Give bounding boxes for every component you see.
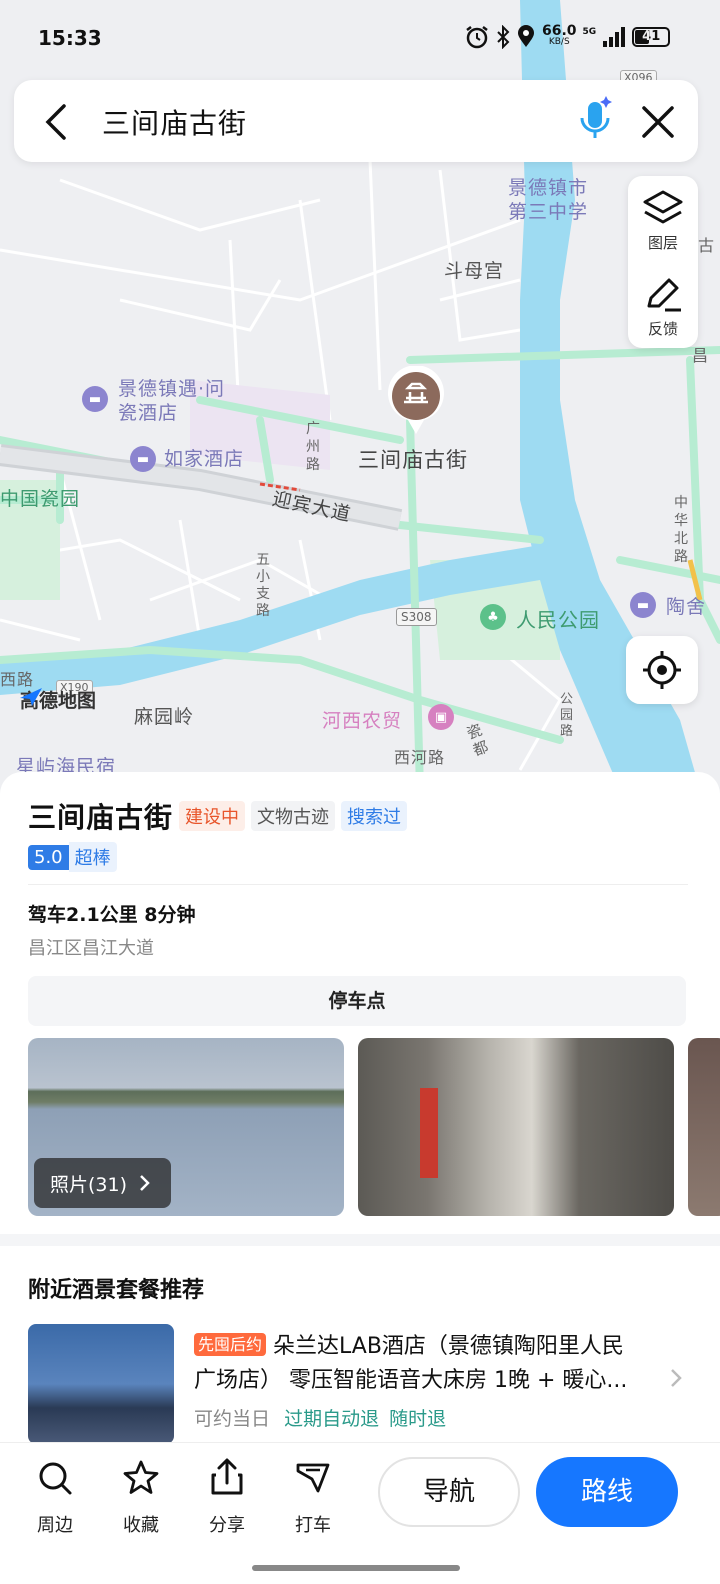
photos-count-button[interactable]: 照片(31) xyxy=(34,1158,172,1208)
rating-badge: 5.0 超棒 xyxy=(28,842,117,872)
map-label-mayuanling: 麻园岭 xyxy=(134,706,195,728)
clear-search-button[interactable] xyxy=(638,102,678,142)
divider xyxy=(28,884,688,885)
voice-search-button[interactable] xyxy=(576,94,616,146)
layers-button[interactable]: 图层 xyxy=(628,184,698,262)
hotel-icon[interactable]: ▬ xyxy=(82,386,108,412)
status-bar: 15:33 66.0 KB/S 5G 41 xyxy=(0,0,720,80)
photo-lake[interactable]: 照片(31) xyxy=(28,1038,344,1216)
location-icon xyxy=(518,25,534,47)
map-label-doumugong[interactable]: 斗母宫 xyxy=(444,256,504,283)
offer-tag-refund-anytime: 随时退 xyxy=(389,1408,447,1430)
alarm-icon xyxy=(466,26,488,49)
favorite-label: 收藏 xyxy=(123,1515,159,1536)
map-label-hexi-market[interactable]: 河西农贸 xyxy=(322,706,402,733)
taxi-label: 打车 xyxy=(295,1515,331,1536)
red-couplet xyxy=(420,1088,438,1178)
map-label-school[interactable]: 景德镇市 第三中学 xyxy=(508,176,588,224)
map-label-wuxiao-road: 五 小 支 路 xyxy=(256,552,271,619)
search-input[interactable]: 三间庙古街 xyxy=(102,102,247,142)
hotel-icon[interactable]: ▬ xyxy=(630,592,656,618)
home-indicator[interactable] xyxy=(252,1565,460,1571)
offer-title-line1: 朵兰达LAB酒店（景德镇陶阳里人民 xyxy=(273,1334,624,1359)
taxi-icon xyxy=(296,1463,330,1493)
nearby-label: 周边 xyxy=(37,1515,73,1536)
offer-tag-auto-refund: 过期自动退 xyxy=(284,1408,380,1430)
photo-next[interactable] xyxy=(688,1038,720,1216)
search-icon xyxy=(39,1462,72,1495)
section-divider xyxy=(0,1234,720,1246)
tag-heritage: 文物古迹 xyxy=(251,801,336,831)
microphone-icon xyxy=(580,96,612,138)
hotel-thumbnail[interactable] xyxy=(28,1324,174,1444)
photo-alley[interactable] xyxy=(358,1038,674,1216)
tag-under-construction: 建设中 xyxy=(179,801,246,831)
amap-logo-icon xyxy=(20,688,42,706)
bottom-action-bar: 周边 收藏 分享 打车 导航 路线 xyxy=(0,1442,720,1584)
feedback-button[interactable]: 反馈 xyxy=(628,270,698,348)
place-header: 三间庙古街 建设中 文物古迹 搜索过 xyxy=(28,796,408,836)
bluetooth-icon xyxy=(497,25,510,49)
edit-icon xyxy=(647,278,681,312)
signal-icon xyxy=(603,27,626,47)
selected-poi-marker[interactable] xyxy=(386,366,446,436)
map-label-hotel1-line1: 景德镇遇·问 xyxy=(118,378,226,400)
close-icon xyxy=(642,106,674,138)
offer-tag-same-day: 可约当日 xyxy=(194,1408,271,1430)
drive-info: 驾车2.1公里 8分钟 xyxy=(28,904,196,926)
search-bar[interactable]: 三间庙古街 xyxy=(14,80,698,162)
hotel-offer[interactable]: 先囤后约 朵兰达LAB酒店（景德镇陶阳里人民 广场店） 零压智能语音大床房 1晚… xyxy=(194,1328,690,1431)
share-icon xyxy=(211,1458,243,1495)
map-label-xihe-road: 西河路 xyxy=(394,748,446,767)
amap-logo: 高德地图 xyxy=(18,686,96,713)
network-speed: 66.0 KB/S xyxy=(542,23,577,47)
layers-icon xyxy=(643,190,683,224)
map-label-gongyuan-road: 公 园 路 xyxy=(560,692,575,739)
battery-icon: 41 xyxy=(632,27,671,47)
route-button[interactable]: 路线 xyxy=(536,1457,678,1527)
offer-badge: 先囤后约 xyxy=(194,1333,267,1356)
status-time: 15:33 xyxy=(38,26,102,50)
recommend-section-title: 附近酒景套餐推荐 xyxy=(28,1278,205,1303)
place-address[interactable]: 昌江区昌江大道 xyxy=(28,934,154,960)
map-label-taoshe[interactable]: 陶舍 xyxy=(666,592,706,619)
feedback-label: 反馈 xyxy=(647,320,678,338)
network-type: 5G xyxy=(582,27,597,37)
parking-button[interactable]: 停车点 xyxy=(28,976,686,1026)
park-icon[interactable]: ♣ xyxy=(480,604,506,630)
locate-me-button[interactable] xyxy=(626,636,698,704)
map-tools-panel: 图层 反馈 xyxy=(628,176,698,348)
map-label-selected-poi[interactable]: 三间庙古街 xyxy=(358,444,468,474)
offer-title-line2: 广场店） 零压智能语音大床房 1晚 + 暖心... xyxy=(194,1368,628,1393)
rating-text: 超棒 xyxy=(68,842,117,872)
star-icon xyxy=(123,1460,159,1494)
road-shield-s308: S308 xyxy=(396,608,437,626)
place-title: 三间庙古街 xyxy=(28,801,174,834)
map-label-hotel1-line2: 瓷酒店 xyxy=(118,402,179,424)
photos-count-label: 照片(31) xyxy=(50,1173,128,1196)
map-label-hotel2[interactable]: 如家酒店 xyxy=(164,444,244,471)
shopping-icon[interactable]: ▣ xyxy=(428,704,454,730)
crosshair-icon xyxy=(643,651,681,689)
status-icons: 66.0 KB/S 5G 41 xyxy=(464,23,671,50)
share-label: 分享 xyxy=(209,1515,245,1536)
map-label-renmin-park[interactable]: 人民公园 xyxy=(516,604,600,633)
chevron-right-icon xyxy=(671,1369,682,1387)
map-label-zhonghua-road: 中 华 北 路 xyxy=(674,495,689,565)
map-label-china-park[interactable]: 中国瓷园 xyxy=(0,484,80,511)
back-button[interactable] xyxy=(40,102,76,142)
hotel-icon[interactable]: ▬ xyxy=(130,446,156,472)
chevron-left-icon xyxy=(45,104,66,140)
layers-label: 图层 xyxy=(647,234,678,252)
map-label-guangzhou-road: 广 州 路 xyxy=(306,421,321,473)
rating-score: 5.0 xyxy=(28,844,69,870)
map-label-gu: 古 xyxy=(698,236,716,255)
tag-searched: 搜索过 xyxy=(341,801,408,831)
chevron-right-icon xyxy=(140,1175,150,1191)
navigate-button[interactable]: 导航 xyxy=(378,1457,520,1527)
